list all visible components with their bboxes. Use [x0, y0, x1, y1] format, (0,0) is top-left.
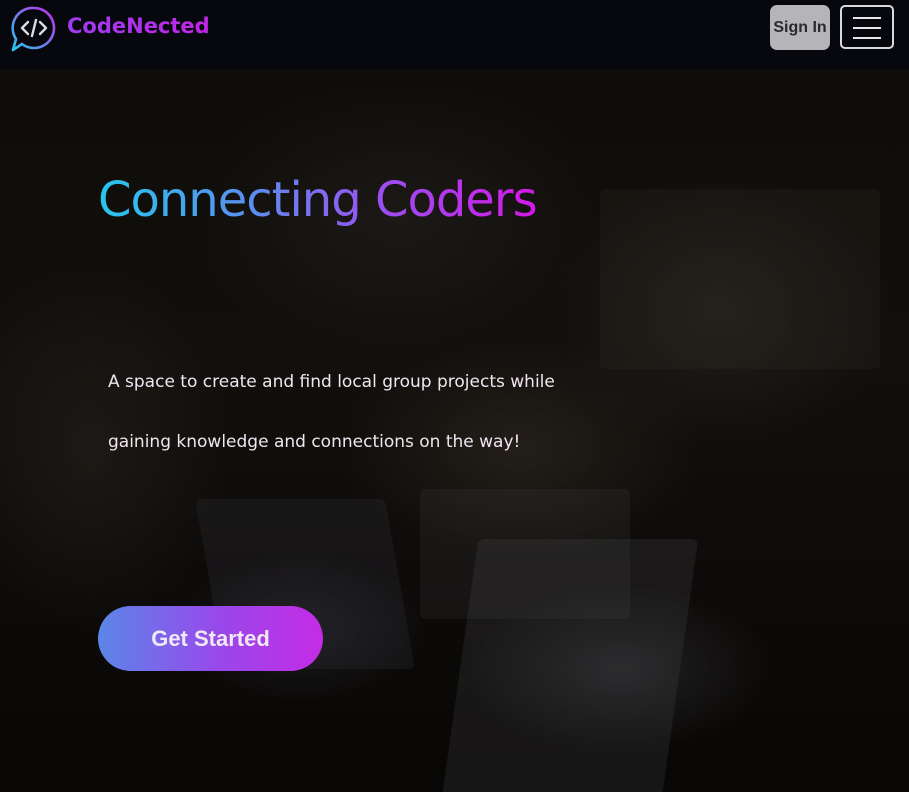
brand-name[interactable]: CodeNected: [67, 14, 210, 38]
code-brackets-chat-icon[interactable]: [9, 5, 59, 53]
navbar: CodeNected Sign In: [0, 0, 909, 69]
get-started-button[interactable]: Get Started: [98, 606, 323, 671]
landing-page: CodeNected Sign In Connecting Coders A s…: [0, 0, 909, 792]
hamburger-menu-button[interactable]: [840, 5, 894, 49]
hero-title: Connecting Coders: [98, 172, 538, 228]
hamburger-menu-icon: [853, 17, 881, 19]
sign-in-button[interactable]: Sign In: [770, 5, 830, 50]
hero-description-line-2: gaining knowledge and connections on the…: [108, 432, 521, 452]
hero-description-line-1: A space to create and find local group p…: [108, 372, 555, 392]
